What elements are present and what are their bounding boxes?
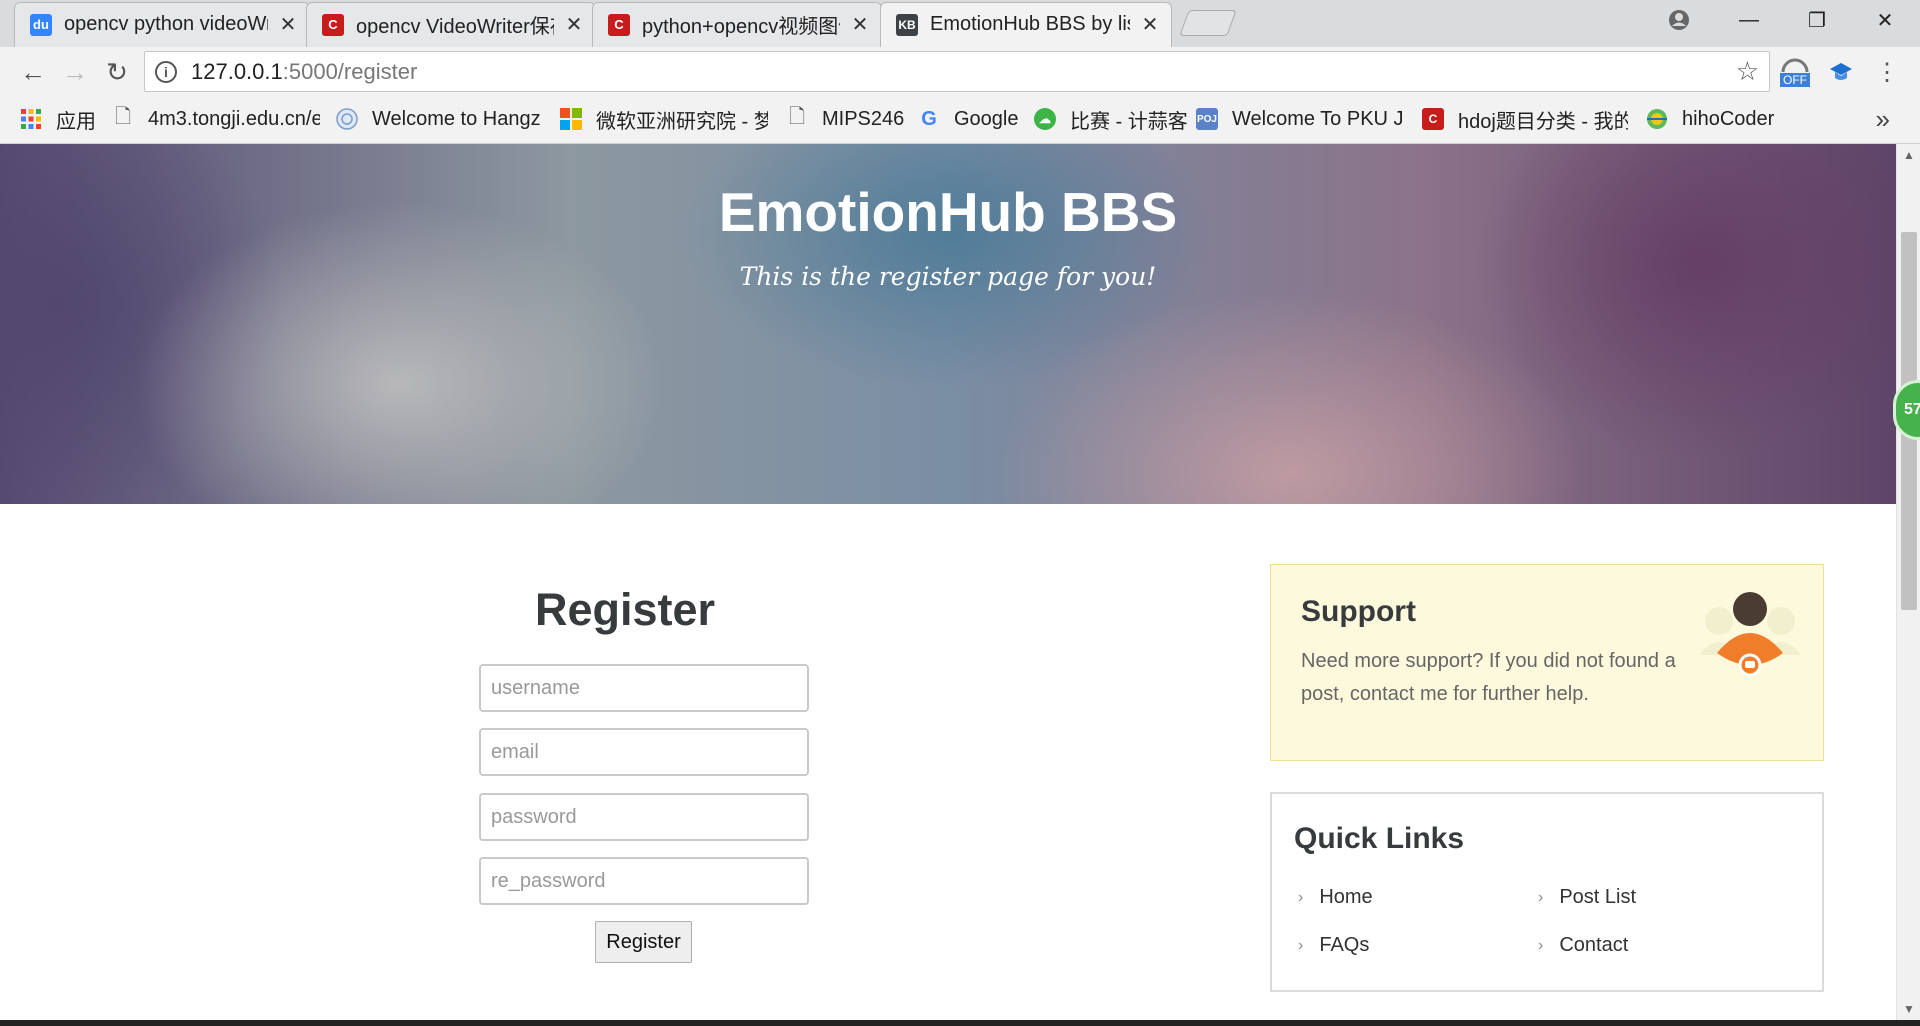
support-panel: Support Need more support? If you did no… [1270,564,1824,761]
microsoft-icon [560,108,582,130]
chevron-right-icon: › [1538,936,1544,954]
hihocoder-icon [1646,108,1668,130]
reload-icon[interactable]: ↻ [100,55,134,89]
bookmarks-bar: 应用 🗋 4m3.tongji.edu.cn/e Welcome to Hang… [0,96,1920,144]
bookmark-hangzhou[interactable]: Welcome to Hangzhou [336,96,540,142]
tab-python-opencv[interactable]: C python+opencv视频图像 ✕ [592,2,882,47]
taskbar-edge [0,1020,1920,1026]
support-text: Need more support? If you did not found … [1301,650,1676,705]
hdu-icon [336,108,358,130]
new-tab-button[interactable] [1179,10,1237,36]
chevron-right-icon: › [1298,936,1304,954]
kb-icon: KB [896,13,918,36]
google-icon: G [921,107,937,130]
close-icon[interactable]: ✕ [564,12,584,37]
jisuanke-icon: ☁ [1034,108,1056,130]
address-bar[interactable]: i 127.0.0.1:5000/register ☆ [144,51,1770,92]
quick-link-home[interactable]: › Home [1298,886,1373,909]
csdn-icon: C [1422,108,1444,130]
page-icon: 🗋 [114,106,132,128]
browser-toolbar: ← → ↻ i 127.0.0.1:5000/register ☆ OFF ⋮ [0,47,1920,96]
email-field[interactable] [479,728,809,776]
apps-grid-icon [20,108,42,130]
baidu-icon: du [30,13,52,36]
register-heading: Register [534,584,716,635]
register-button[interactable]: Register [595,921,692,963]
support-agent-icon [1695,591,1805,687]
menu-kebab-icon[interactable]: ⋮ [1872,57,1902,87]
page-scrollbar[interactable]: ▲ ▼ [1896,144,1920,1020]
bookmark-apps[interactable]: 应用 [20,96,96,142]
re-password-field[interactable] [479,857,809,905]
bookmark-star-icon[interactable]: ☆ [1736,56,1759,87]
support-heading: Support [1301,595,1416,628]
tab-opencv-python-videowriter[interactable]: du opencv python videoWriter ✕ [14,2,310,47]
tab-opencv-videowriter[interactable]: C opencv VideoWriter保存视频 ✕ [306,2,596,47]
password-field[interactable] [479,793,809,841]
tab-strip: du opencv python videoWriter ✕ C opencv … [0,0,1920,47]
quick-links-heading: Quick Links [1294,822,1465,855]
tab-emotionhub[interactable]: KB EmotionHub BBS by lisha ✕ [880,2,1172,47]
site-subtitle: This is the register page for you! [739,262,1157,291]
quick-link-contact[interactable]: › Contact [1538,934,1628,957]
bookmark-poj[interactable]: POJ Welcome To PKU Judge [1196,96,1402,142]
close-icon[interactable]: ✕ [850,12,870,37]
forward-arrow-icon[interactable]: → [58,55,92,89]
quick-link-post-list[interactable]: › Post List [1538,886,1636,909]
re-password-input[interactable] [491,869,797,893]
scholar-cap-icon[interactable] [1826,57,1856,87]
info-icon[interactable]: i [155,60,177,83]
restore-button[interactable]: ❐ [1784,0,1850,40]
quick-link-faqs[interactable]: › FAQs [1298,934,1369,957]
username-field[interactable] [479,664,809,712]
url-text: 127.0.0.1:5000/register [191,58,418,84]
bookmark-hihocoder[interactable]: hihoCoder [1646,96,1774,142]
csdn-icon: C [608,13,630,36]
back-arrow-icon[interactable]: ← [16,55,50,89]
username-input[interactable] [491,676,797,700]
csdn-icon: C [322,13,344,36]
bookmark-mips246[interactable]: 🗋 MIPS246 [786,96,904,142]
page-icon: 🗋 [788,106,806,128]
chevron-right-icon: › [1538,888,1544,906]
page-viewport: EmotionHub BBS This is the register page… [0,144,1896,1020]
minimize-button[interactable]: — [1716,0,1782,40]
bookmark-tongji[interactable]: 🗋 4m3.tongji.edu.cn/e [112,96,320,142]
chevron-right-icon: › [1298,888,1304,906]
scroll-up-arrow-icon[interactable]: ▲ [1897,148,1920,162]
hero-banner: EmotionHub BBS This is the register page… [0,144,1896,504]
password-input[interactable] [491,805,797,829]
email-input[interactable] [491,740,797,764]
close-window-button[interactable]: ✕ [1852,0,1918,40]
bookmark-hdoj[interactable]: C hdoj题目分类 - 我的 [1422,96,1628,142]
poj-icon: POJ [1196,108,1218,130]
scroll-down-arrow-icon[interactable]: ▼ [1897,1002,1920,1016]
profile-icon[interactable] [1646,0,1712,40]
bookmarks-overflow-button[interactable]: » [1876,104,1890,135]
extension-off-icon[interactable]: OFF [1776,57,1814,87]
quick-links-panel: Quick Links › Home › Post List › FAQs › … [1270,792,1824,992]
site-title: EmotionHub BBS [718,181,1178,243]
bookmark-msra[interactable]: 微软亚洲研究院 - 梦想 [560,96,768,142]
close-icon[interactable]: ✕ [278,12,298,37]
bookmark-google[interactable]: G Google [918,96,1018,142]
bookmark-jisuanke[interactable]: ☁ 比赛 - 计蒜客 [1034,96,1188,142]
close-icon[interactable]: ✕ [1140,12,1160,37]
